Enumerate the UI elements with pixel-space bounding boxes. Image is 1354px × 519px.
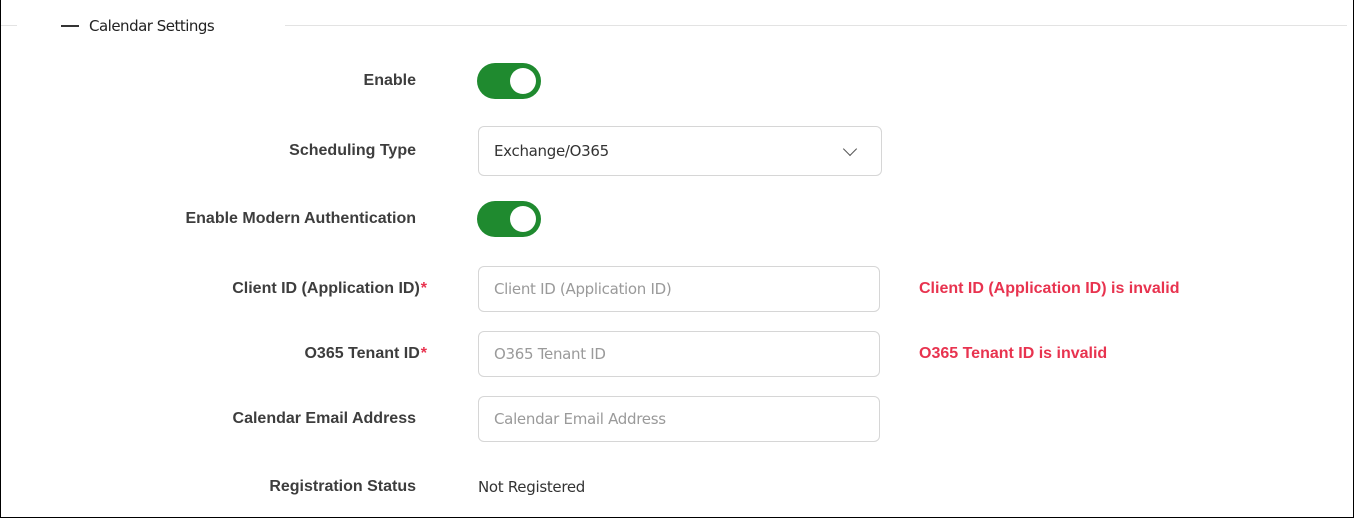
scheduling-type-value: Exchange/O365	[494, 142, 609, 160]
tenant-id-error: O365 Tenant ID is invalid	[919, 345, 1108, 362]
registration-status-value: Not Registered	[478, 478, 586, 496]
client-id-label: Client ID (Application ID)*	[232, 280, 427, 298]
required-asterisk: *	[420, 280, 427, 297]
tenant-id-row: O365 Tenant ID* O365 Tenant ID is invali…	[1, 331, 1354, 377]
required-asterisk: *	[420, 345, 427, 362]
calendar-settings-panel: Calendar Settings Enable Scheduling Type…	[0, 0, 1354, 518]
scheduling-type-select[interactable]: Exchange/O365	[478, 126, 882, 176]
panel-border-top-left	[1, 25, 17, 26]
client-id-input[interactable]	[479, 267, 879, 311]
calendar-email-input[interactable]	[479, 397, 879, 441]
client-id-row: Client ID (Application ID)* Client ID (A…	[1, 266, 1354, 312]
client-id-error: Client ID (Application ID) is invalid	[919, 280, 1180, 297]
chevron-down-icon[interactable]	[842, 141, 858, 157]
calendar-email-field-wrapper	[478, 396, 880, 442]
registration-status-label: Registration Status	[269, 478, 416, 495]
section-header[interactable]: Calendar Settings	[61, 14, 215, 38]
client-id-label-text: Client ID (Application ID)	[232, 280, 420, 297]
tenant-id-input[interactable]	[479, 332, 879, 376]
minus-icon[interactable]	[61, 25, 79, 27]
panel-border-top	[285, 25, 1347, 26]
modern-auth-row: Enable Modern Authentication	[1, 196, 1354, 242]
enable-toggle-knob	[510, 68, 536, 94]
modern-auth-toggle-knob	[510, 206, 536, 232]
tenant-id-label: O365 Tenant ID*	[304, 345, 427, 363]
modern-auth-label: Enable Modern Authentication	[185, 210, 416, 227]
registration-status-row: Registration Status Not Registered	[1, 464, 1354, 510]
modern-auth-toggle[interactable]	[477, 201, 541, 237]
client-id-field-wrapper	[478, 266, 880, 312]
scheduling-type-row: Scheduling Type Exchange/O365	[1, 126, 1354, 176]
scheduling-type-label: Scheduling Type	[289, 142, 416, 159]
tenant-id-field-wrapper	[478, 331, 880, 377]
enable-row: Enable	[1, 58, 1354, 104]
section-title: Calendar Settings	[89, 17, 215, 35]
calendar-email-label: Calendar Email Address	[232, 410, 416, 427]
enable-label: Enable	[363, 72, 416, 89]
calendar-email-row: Calendar Email Address	[1, 396, 1354, 442]
tenant-id-label-text: O365 Tenant ID	[304, 345, 420, 362]
enable-toggle[interactable]	[477, 63, 541, 99]
